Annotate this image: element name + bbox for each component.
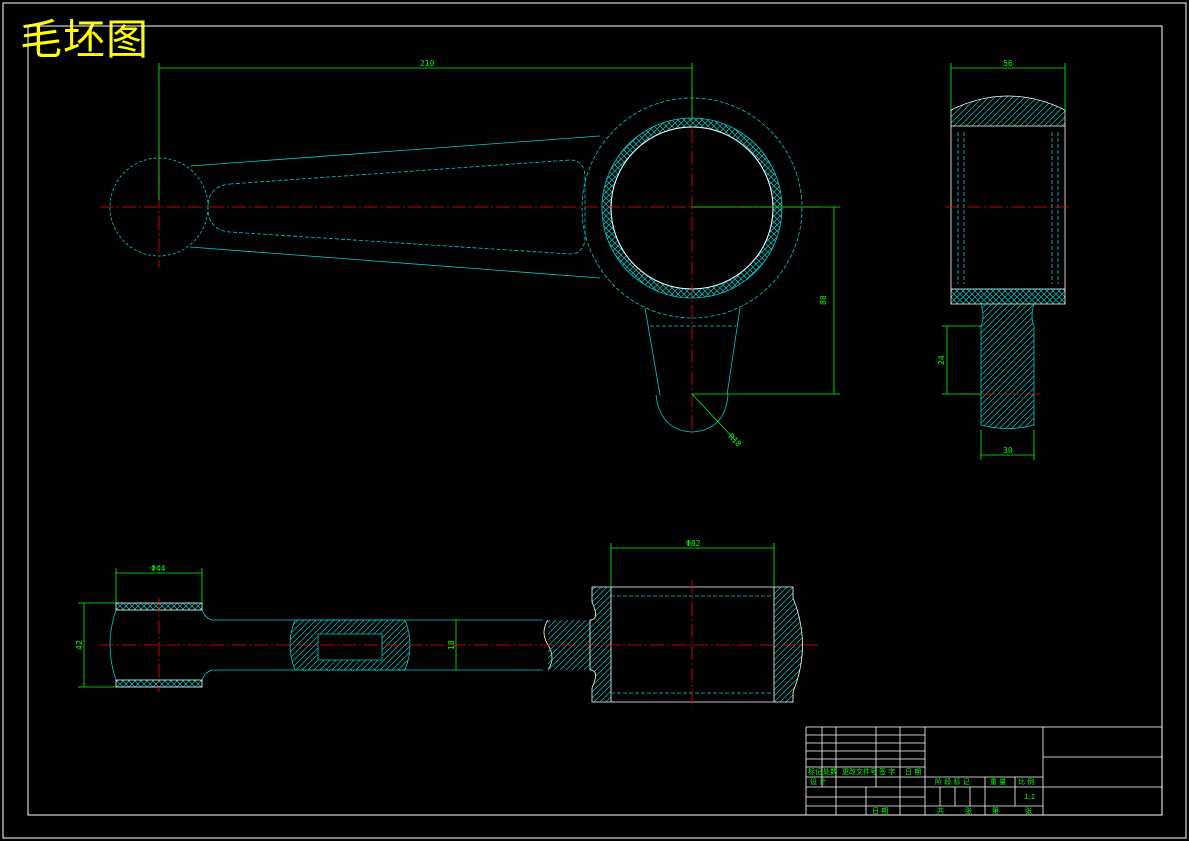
tb-scale-label: 比 例 [1018,777,1034,786]
dim-offset-height: 88 [819,295,828,305]
tb-mark-3: 更改文件号 [842,767,877,776]
dim-boss-height: 24 [937,355,946,365]
dim-web-thickness: 18 [447,640,456,650]
section-centerlines [100,580,820,708]
tb-sheet-unit-1: 张 [965,806,972,815]
tb-mark-1: 标记 [808,767,822,776]
tb-designer: 设 计 [810,777,826,786]
tb-scale: 1:1 [1024,793,1035,801]
dim-boss-width: 30 [1003,446,1013,455]
tb-sheet-no: 第 [992,806,999,815]
tb-mark-2: 处数 [823,767,837,776]
tb-sheet-unit-2: 张 [1025,806,1032,815]
dim-small-end-dia: Φ44 [151,564,166,573]
title-block-text: 标记 处数 更改文件号 签 字 日 期 设 计 日 期 阶 段 标 记 重 量 … [808,767,1035,815]
tb-approve-date: 日 期 [872,807,888,815]
dim-center-distance: 210 [420,59,435,68]
tb-stage: 阶 段 标 记 [935,777,970,786]
dim-big-end-width: 56 [1003,59,1013,68]
dim-small-end-height: 42 [75,640,84,650]
front-centerlines [100,85,820,435]
tb-mark-5: 日 期 [905,768,921,776]
front-dimensions [158,63,840,441]
section-dimensions [78,543,775,688]
tb-weight: 重 量 [990,778,1006,786]
front-view [109,97,803,433]
side-view [950,95,1066,429]
tb-mark-4: 签 字 [879,767,895,776]
drawing-canvas: 210 88 R18 56 24 30 Φ44 42 18 Φ82 标记 处数 … [2,2,1187,839]
dim-small-radius: R18 [727,432,744,449]
dim-big-bore-dia: Φ82 [686,539,701,548]
tb-sheet-total: 共 [937,806,944,815]
